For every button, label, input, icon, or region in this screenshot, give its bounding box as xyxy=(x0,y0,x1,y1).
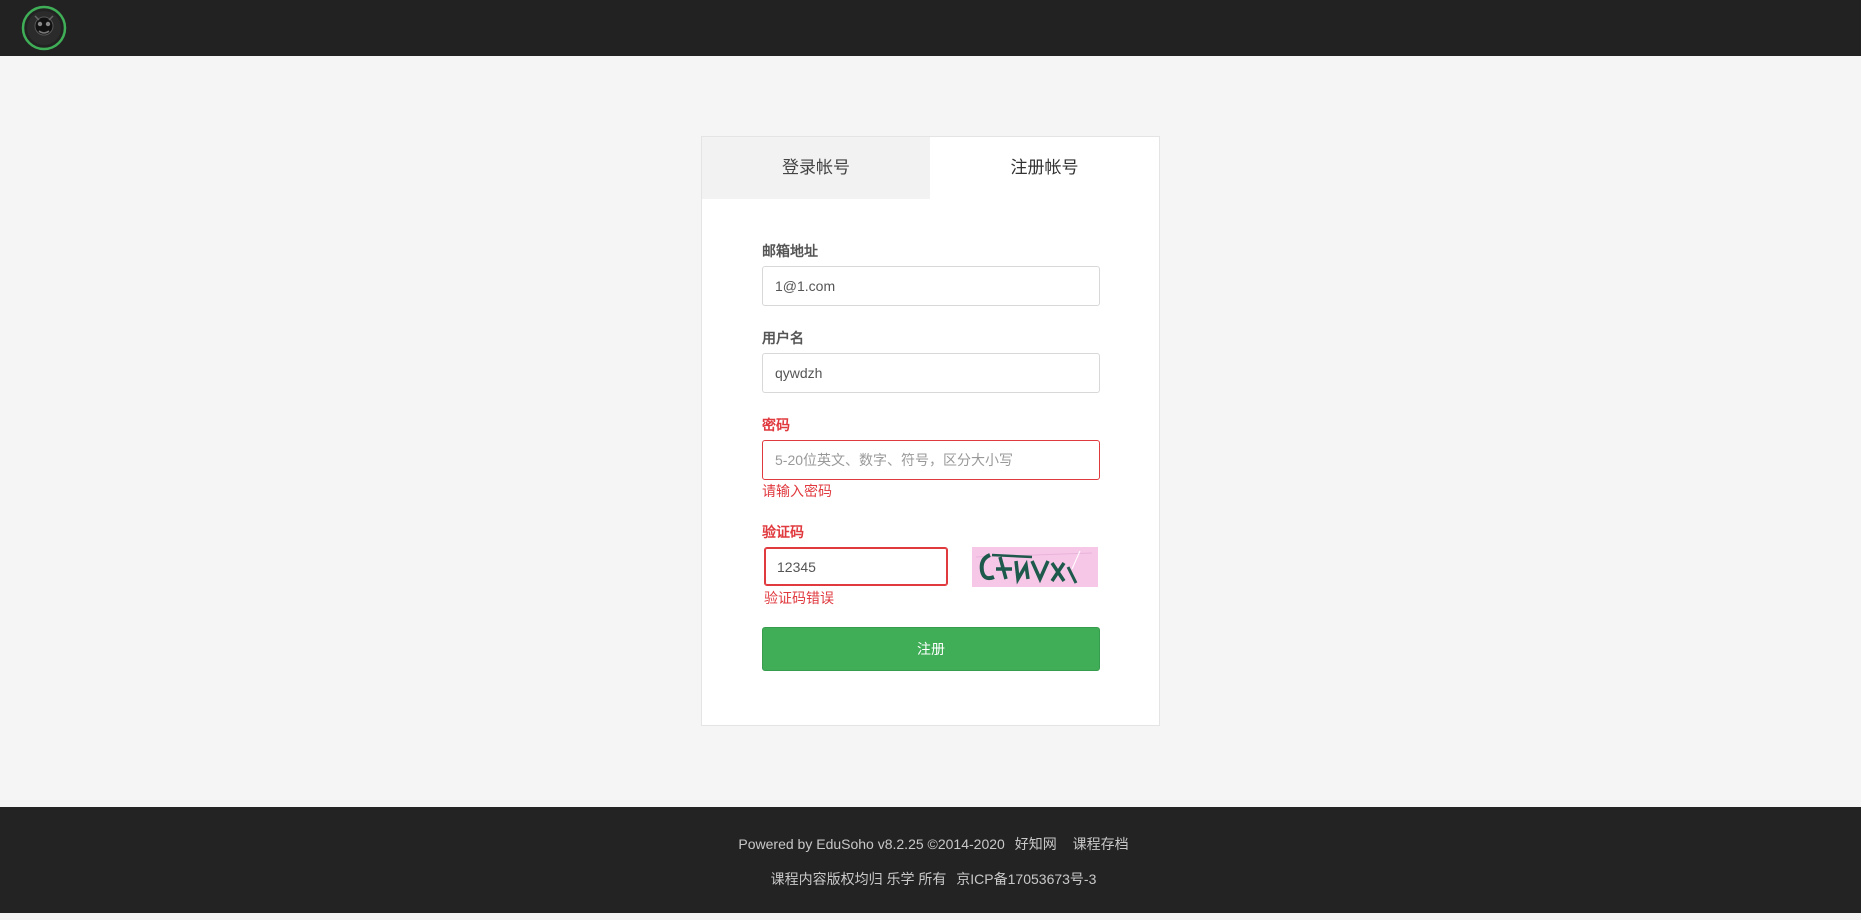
tab-register[interactable]: 注册帐号 xyxy=(930,137,1159,199)
site-logo-icon[interactable] xyxy=(21,5,67,51)
username-field[interactable] xyxy=(762,353,1100,393)
icp-link[interactable]: 京ICP备17053673号-3 xyxy=(956,871,1096,887)
password-error: 请输入密码 xyxy=(762,483,832,499)
register-button[interactable]: 注册 xyxy=(762,627,1100,671)
footer: Powered by EduSoho v8.2.25 ©2014-2020 好知… xyxy=(0,807,1861,913)
email-field[interactable] xyxy=(762,266,1100,306)
top-navbar xyxy=(0,0,1861,56)
captcha-image[interactable] xyxy=(972,547,1098,587)
footer-link-haozhi[interactable]: 好知网 xyxy=(1015,836,1057,852)
footer-line-2: 课程内容版权均归 乐学 所有 京ICP备17053673号-3 xyxy=(0,869,1861,889)
captcha-error: 验证码错误 xyxy=(764,590,834,606)
auth-card: 登录帐号 注册帐号 邮箱地址 用户名 密码 请输入密码 验证码 验证码错误 注册 xyxy=(701,136,1160,726)
footer-line-1: Powered by EduSoho v8.2.25 ©2014-2020 好知… xyxy=(0,834,1861,854)
password-field[interactable] xyxy=(762,440,1100,480)
tab-login[interactable]: 登录帐号 xyxy=(702,137,930,199)
page-bottom-strip xyxy=(0,913,1861,920)
password-label: 密码 xyxy=(762,417,790,433)
powered-by-text: Powered by EduSoho v8.2.25 ©2014-2020 xyxy=(738,836,1005,852)
footer-link-archive[interactable]: 课程存档 xyxy=(1073,836,1129,852)
auth-tabs: 登录帐号 注册帐号 xyxy=(702,137,1159,199)
username-label: 用户名 xyxy=(762,330,804,346)
captcha-field[interactable] xyxy=(764,547,948,586)
email-label: 邮箱地址 xyxy=(762,243,818,259)
copyright-text: 课程内容版权均归 乐学 所有 xyxy=(770,871,947,887)
captcha-label: 验证码 xyxy=(762,524,804,540)
